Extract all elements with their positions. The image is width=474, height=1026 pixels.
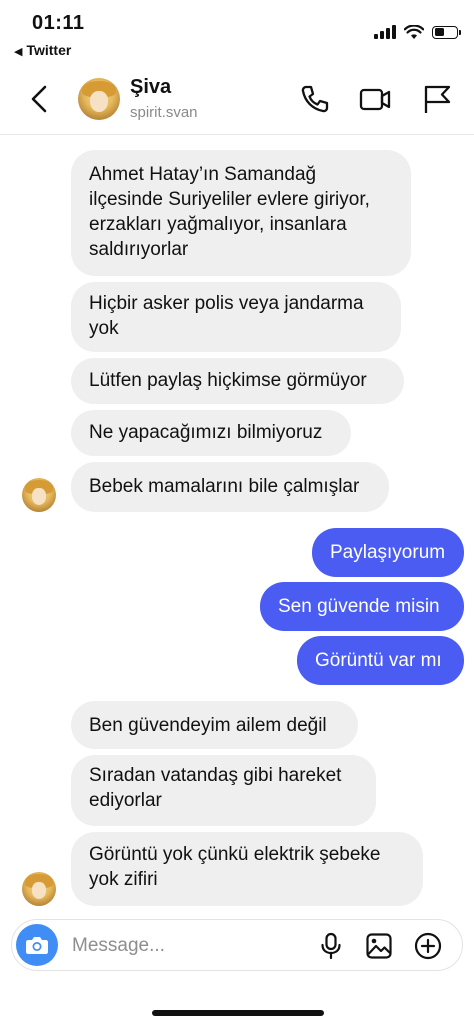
message-text: Ben güvendeyim ailem değil [89,715,327,736]
cellular-signal-icon [374,25,396,39]
contact-username: spirit.svan [130,104,198,121]
message-bubble-incoming[interactable]: Görüntü yok çünkü elektrik şebeke yok zi… [71,832,423,906]
avatar[interactable] [22,872,56,906]
system-icons [374,22,461,42]
message-text: Lütfen paylaş hiçkimse görmüyor [89,370,367,391]
message-bubble-incoming[interactable]: Ben güvendeyim ailem değil [71,701,358,749]
back-triangle-icon: ◀ [14,46,23,58]
message-bubble-incoming[interactable]: Hiçbir asker polis veya jandarma yok [71,282,401,352]
microphone-icon[interactable] [317,932,345,960]
message-text: Ne yapacağımızı bilmiyoruz [89,422,323,443]
status-time: 01:11 [32,12,85,34]
flag-icon[interactable] [420,82,454,116]
message-text: Ahmet Hatay’ın Samandağ ilçesinde Suriye… [89,164,370,260]
message-bubble-incoming[interactable]: Bebek mamalarını bile çalmışlar [71,462,389,512]
back-app-label: Twitter [26,42,72,58]
add-icon[interactable] [414,932,442,960]
message-input[interactable] [70,930,304,962]
message-text: Hiçbir asker polis veya jandarma yok [89,293,364,339]
message-text: Görüntü yok çünkü elektrik şebeke yok zi… [89,844,381,890]
message-text: Sen güvende misin [278,596,440,617]
message-bubble-incoming[interactable]: Sıradan vatandaş gibi hareket ediyorlar [71,755,376,826]
video-icon[interactable] [358,82,392,116]
chevron-left-icon[interactable] [26,84,54,114]
message-bubble-incoming[interactable]: Lütfen paylaş hiçkimse görmüyor [71,358,404,404]
battery-icon [432,25,461,39]
contact-name[interactable]: Şiva [130,76,171,99]
message-text: Paylaşıyorum [330,542,446,563]
message-text: Sıradan vatandaş gibi hareket ediyorlar [89,765,342,811]
message-bubble-outgoing[interactable]: Görüntü var mı [297,636,464,685]
message-bubble-outgoing[interactable]: Sen güvende misin [260,582,464,631]
message-bubble-incoming[interactable]: Ahmet Hatay’ın Samandağ ilçesinde Suriye… [71,150,411,276]
chat-header: Şiva spirit.svan [0,62,474,135]
message-text: Görüntü var mı [315,650,442,671]
avatar[interactable] [78,78,120,120]
camera-button[interactable] [16,924,58,966]
home-indicator [152,1010,324,1016]
message-bubble-outgoing[interactable]: Paylaşıyorum [312,528,464,577]
message-text: Bebek mamalarını bile çalmışlar [89,476,360,497]
wifi-icon [404,24,424,39]
message-composer [11,919,463,971]
avatar[interactable] [22,478,56,512]
camera-icon [26,937,48,954]
status-bar: 01:11 ◀ Twitter [0,0,474,62]
phone-icon[interactable] [298,82,332,116]
message-bubble-incoming[interactable]: Ne yapacağımızı bilmiyoruz [71,410,351,456]
back-to-app-link[interactable]: ◀ Twitter [14,42,71,58]
gallery-icon[interactable] [365,932,393,960]
